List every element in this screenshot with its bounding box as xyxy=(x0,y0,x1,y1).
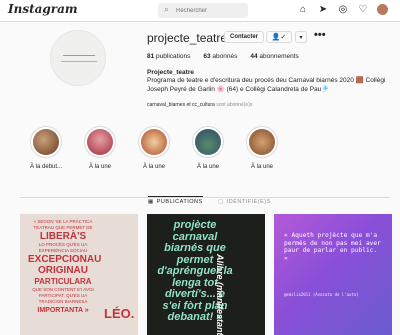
highlight-label: À la une xyxy=(142,164,166,170)
highlight-cover xyxy=(33,129,59,155)
story-highlights: À la debut... À la une À la une À la une… xyxy=(30,126,278,170)
profile-stats: 81 publications 63 abonnés 44 abonnement… xyxy=(147,53,299,60)
tag-icon: ▢ xyxy=(218,199,224,205)
highlight-label: À la une xyxy=(250,164,274,170)
highlight-ring[interactable] xyxy=(30,126,62,158)
highlight-ring[interactable] xyxy=(138,126,170,158)
heart-icon[interactable]: ♡ xyxy=(357,3,369,15)
highlight-item[interactable]: À la une xyxy=(246,126,278,170)
suggestions-dropdown-button[interactable]: ▾ xyxy=(295,31,307,43)
post-side-text: Alibre (manifestanta) xyxy=(215,254,225,335)
highlight-label: À la une xyxy=(88,164,112,170)
direct-icon[interactable]: ➤ xyxy=(317,3,329,15)
highlight-cover xyxy=(249,129,275,155)
home-icon[interactable]: ⌂ xyxy=(297,3,309,15)
profile-picture-scribble xyxy=(61,61,97,62)
highlight-item[interactable]: À la debut... xyxy=(30,126,62,170)
followed-by-names[interactable]: carnaval_biarnes et cc_cultura xyxy=(147,102,215,108)
profile-picture-scribble xyxy=(63,55,95,56)
post-text: « Aqueth projècte que m'a permés de non … xyxy=(284,232,381,262)
profile-avatar-icon[interactable] xyxy=(377,3,388,15)
nav-icons: ⌂ ➤ ◎ ♡ xyxy=(297,3,388,15)
grid-icon: ▦ xyxy=(148,199,154,205)
highlight-cover xyxy=(141,129,167,155)
post-thumbnail[interactable]: « SEGON 'SE LA PRÀCTICA TEATRAU QUE PERM… xyxy=(20,214,138,335)
tabs-divider xyxy=(20,197,390,198)
search-box[interactable]: ⌕ xyxy=(158,3,248,18)
tab-publications-label: PUBLICATIONS xyxy=(156,199,203,205)
chevron-down-icon: ▾ xyxy=(299,34,303,41)
highlight-item[interactable]: À la une xyxy=(84,126,116,170)
followers-count[interactable]: 63 abonnés xyxy=(203,53,237,60)
search-icon: ⌕ xyxy=(164,4,170,14)
tab-tagged-label: IDENTIFIÉ(E)S xyxy=(226,199,271,205)
profile-username: projecte_teatre xyxy=(147,31,228,45)
following-count[interactable]: 44 abonnements xyxy=(250,53,298,60)
posts-count: 81 publications xyxy=(147,53,191,60)
highlight-label: À la une xyxy=(196,164,220,170)
instagram-logo[interactable]: Instagram xyxy=(8,2,78,16)
post-thumbnail[interactable]: « Aqueth projècte que m'a permés de non … xyxy=(274,214,392,335)
tab-tagged[interactable]: ▢ IDENTIFIÉ(E)S xyxy=(218,199,271,205)
search-input[interactable] xyxy=(176,7,244,14)
highlight-label: À la debut... xyxy=(29,164,63,170)
profile-picture[interactable] xyxy=(50,30,106,86)
post-text: « SEGON 'SE LA PRÀCTICA TEATRAU QUE PERM… xyxy=(28,219,102,314)
highlight-item[interactable]: À la une xyxy=(138,126,170,170)
highlight-ring[interactable] xyxy=(84,126,116,158)
top-nav: Instagram ⌕ ⌂ ➤ ◎ ♡ xyxy=(0,0,400,22)
person-check-icon: 👤✓ xyxy=(271,34,287,41)
explore-icon[interactable]: ◎ xyxy=(337,3,349,15)
followed-by[interactable]: carnaval_biarnes et cc_cultura sont abon… xyxy=(147,102,252,108)
post-thumbnail[interactable]: projècte carnaval biarnés que permet d'a… xyxy=(147,214,265,335)
tab-publications[interactable]: ▦ PUBLICATIONS xyxy=(148,196,203,205)
followed-by-suffix: sont abonné(e)s xyxy=(216,102,253,108)
bio-name: Projecte_teatre xyxy=(147,69,194,76)
bio-text: Programa de teatre e d'escritura deu pro… xyxy=(147,77,386,93)
highlight-cover xyxy=(195,129,221,155)
post-credit: @emilia2011 (Avocata de l'auta) xyxy=(284,292,359,297)
highlight-cover xyxy=(87,129,113,155)
following-button[interactable]: 👤✓ xyxy=(266,31,292,43)
highlight-ring[interactable] xyxy=(246,126,278,158)
more-options-button[interactable]: ••• xyxy=(314,29,326,41)
contact-button[interactable]: Contacter xyxy=(224,31,265,43)
post-signature: LÉO. xyxy=(104,306,135,321)
highlight-item[interactable]: À la une xyxy=(192,126,224,170)
highlight-ring[interactable] xyxy=(192,126,224,158)
